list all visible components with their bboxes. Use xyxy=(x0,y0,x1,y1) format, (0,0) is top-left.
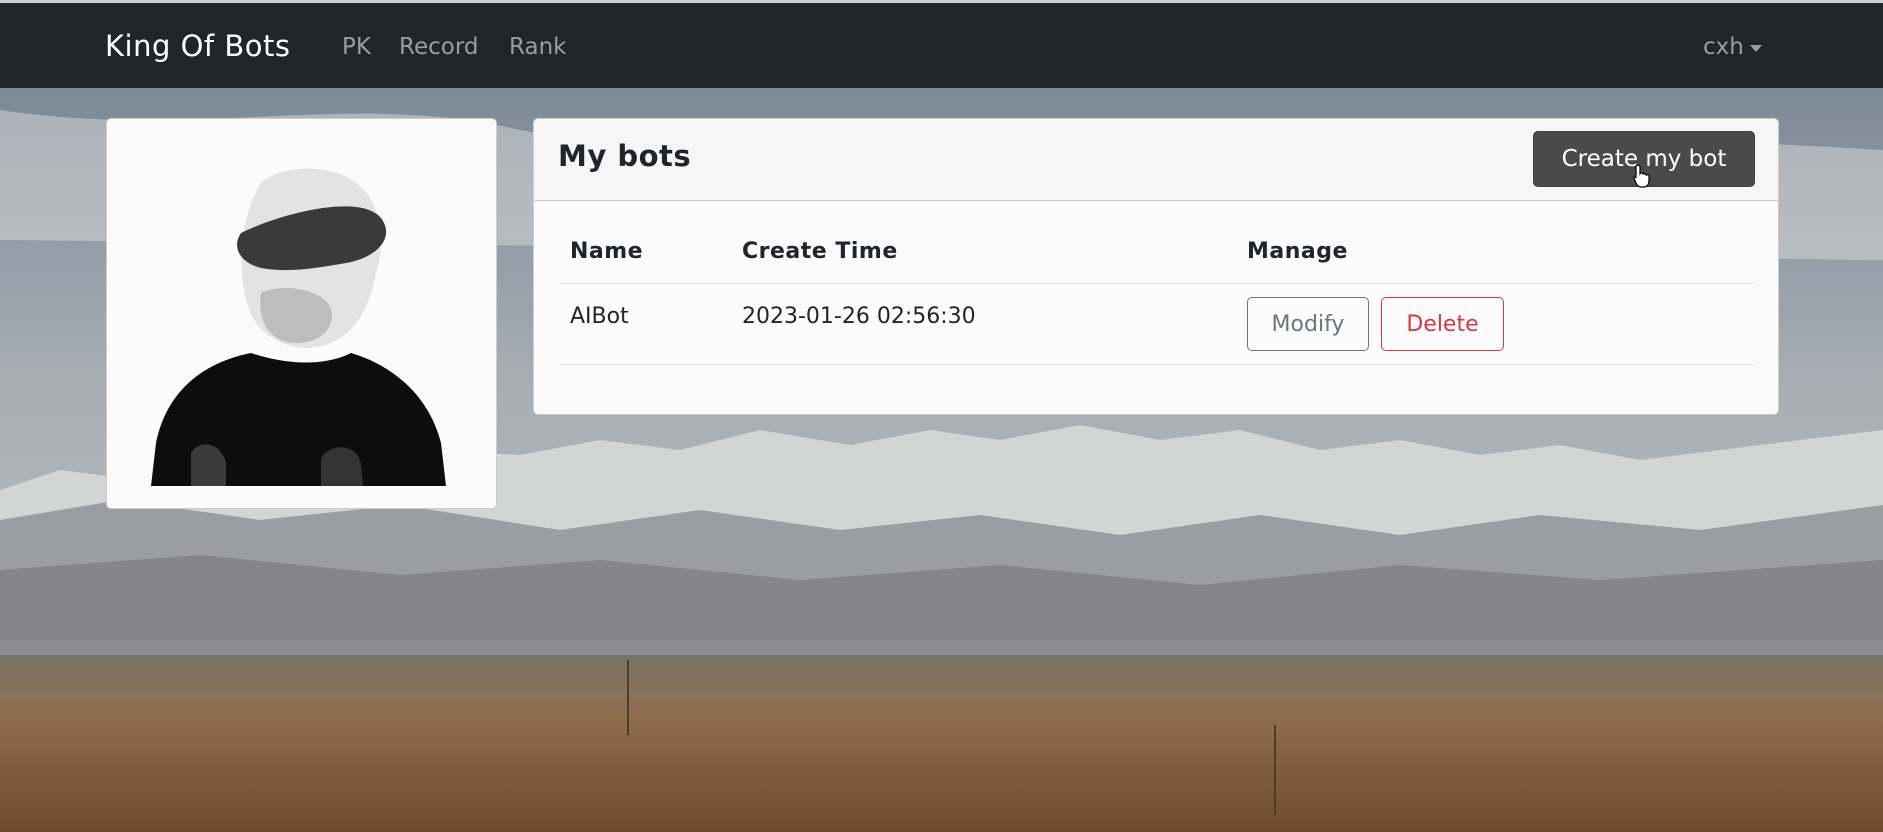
bot-manage-cell: Modify Delete xyxy=(1235,283,1755,365)
delete-button[interactable]: Delete xyxy=(1381,297,1504,351)
bot-name: AIBot xyxy=(570,303,629,329)
nav-link-rank[interactable]: Rank xyxy=(509,34,566,60)
nav-link-pk[interactable]: PK xyxy=(342,34,371,60)
card-title: My bots xyxy=(558,139,692,173)
column-header-name: Name xyxy=(558,219,730,284)
nav-link-record[interactable]: Record xyxy=(399,34,478,60)
card-header: My bots Create my bot xyxy=(534,119,1778,201)
bots-table: Name Create Time Manage AIBot 2023-01-26… xyxy=(558,219,1755,365)
brand-link[interactable]: King Of Bots xyxy=(105,29,290,63)
bot-create-time-cell: 2023-01-26 02:56:30 xyxy=(730,283,1235,365)
avatar-image xyxy=(131,143,474,486)
bot-name-cell: AIBot xyxy=(558,283,730,365)
column-header-create-time: Create Time xyxy=(730,219,1235,284)
table-header-row: Name Create Time Manage xyxy=(558,219,1755,284)
modify-button[interactable]: Modify xyxy=(1247,297,1369,351)
caret-down-icon xyxy=(1749,45,1762,52)
user-dropdown[interactable]: cxh xyxy=(1703,34,1762,60)
my-bots-card: My bots Create my bot Name Create Time M… xyxy=(533,118,1779,415)
user-name: cxh xyxy=(1703,34,1744,60)
bot-create-time: 2023-01-26 02:56:30 xyxy=(742,303,976,329)
hand-pointer-cursor-icon xyxy=(1633,164,1650,188)
column-header-manage: Manage xyxy=(1235,219,1755,284)
top-navbar: King Of Bots PK Record Rank cxh xyxy=(0,0,1883,88)
avatar-card xyxy=(106,118,497,509)
table-row: AIBot 2023-01-26 02:56:30 Modify Delete xyxy=(558,283,1755,365)
